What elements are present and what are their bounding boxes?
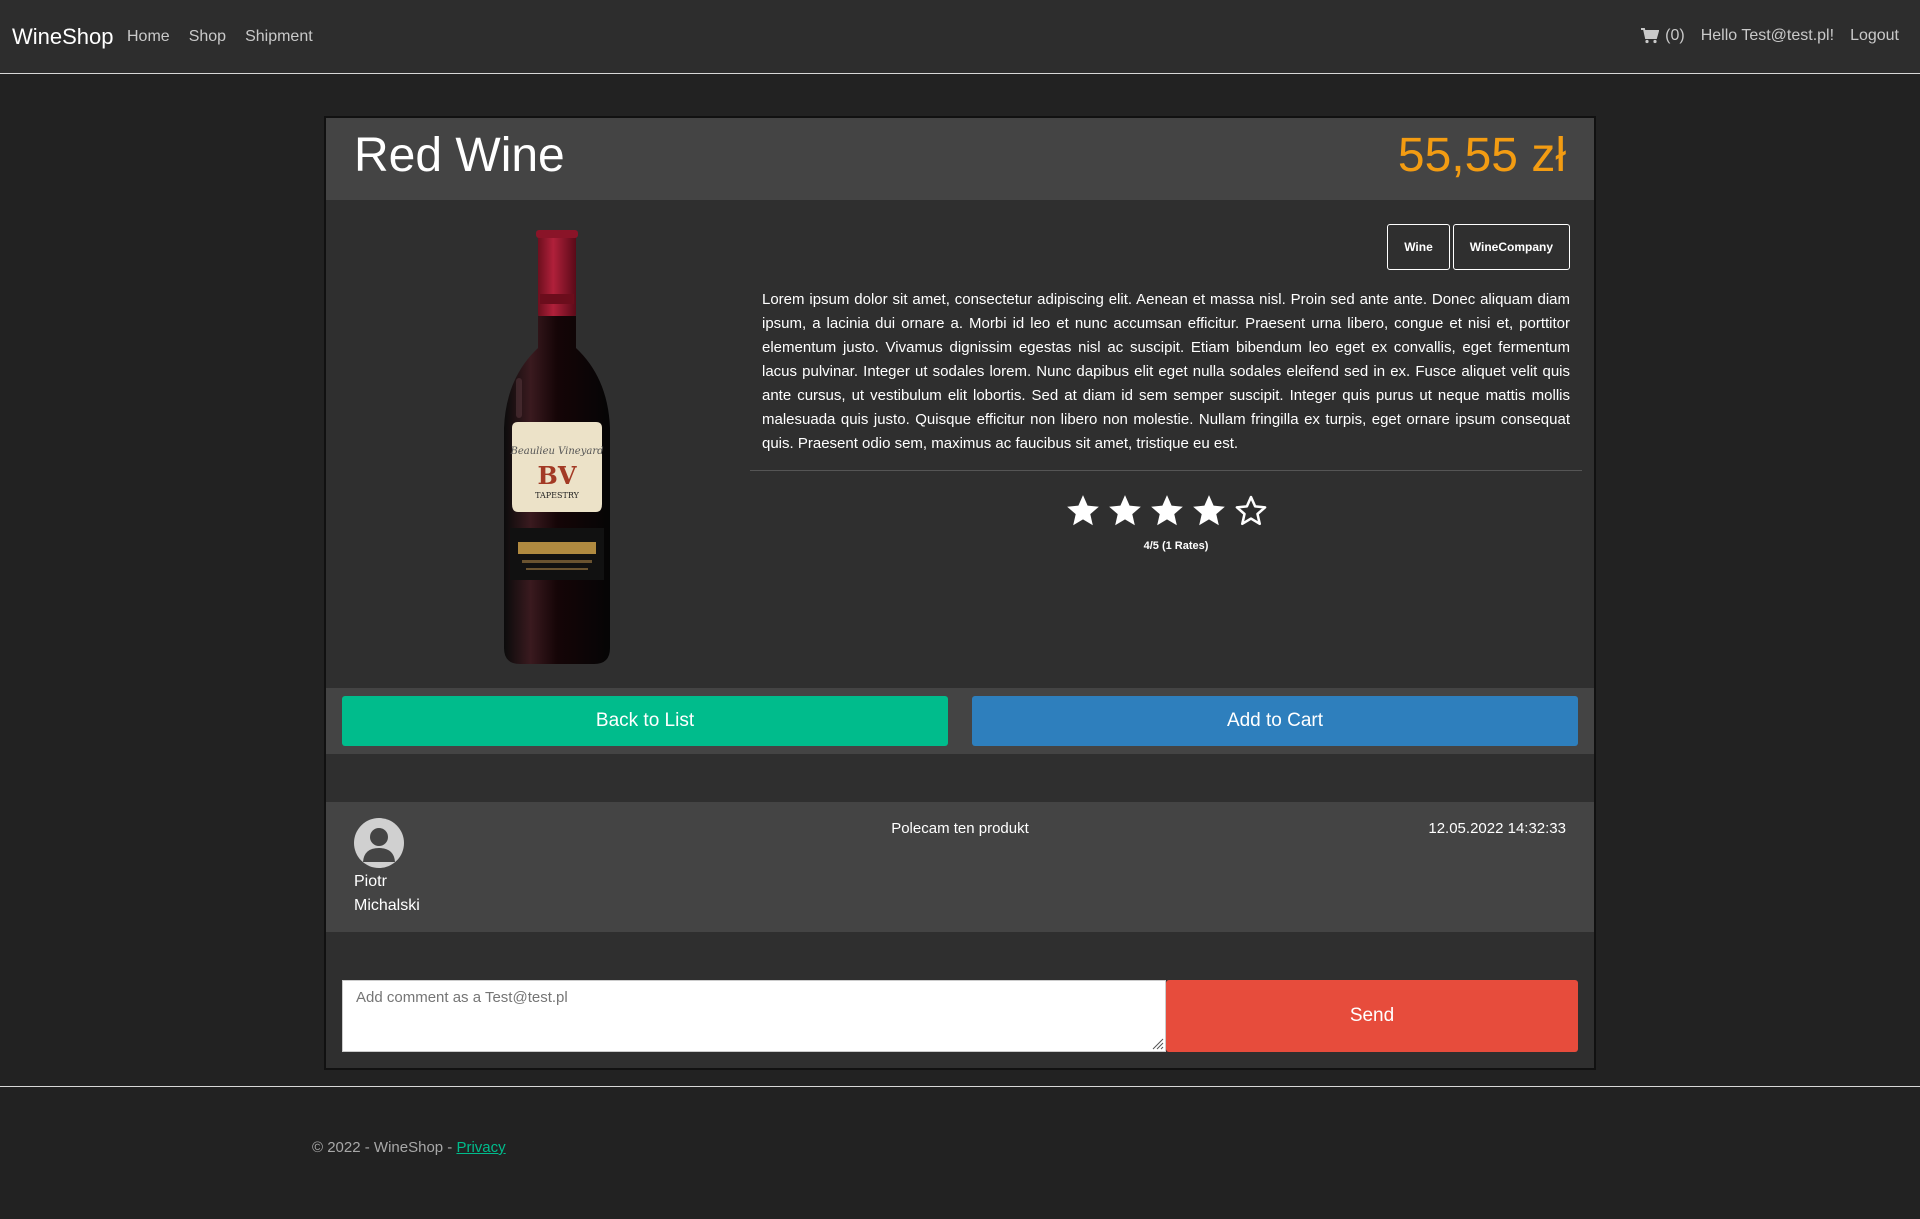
- star-empty-icon[interactable]: [1232, 492, 1270, 530]
- comment-date: 12.05.2022 14:32:33: [1428, 820, 1566, 837]
- cart-icon: [1641, 28, 1660, 44]
- product-title: Red Wine: [354, 129, 565, 182]
- rating-stars: [1064, 492, 1270, 530]
- send-button[interactable]: Send: [1166, 980, 1578, 1052]
- divider: [750, 470, 1582, 471]
- nav-shipment-link[interactable]: Shipment: [245, 28, 313, 46]
- nav-links: Home Shop Shipment: [127, 28, 313, 46]
- back-to-list-button[interactable]: Back to List: [342, 696, 948, 746]
- footer-copyright: © 2022 - WineShop -: [312, 1139, 457, 1156]
- add-to-cart-button[interactable]: Add to Cart: [972, 696, 1578, 746]
- author-first-name: Piotr: [354, 873, 387, 890]
- author-last-name: Michalski: [354, 897, 420, 914]
- bottle-label-name: TAPESTRY: [535, 491, 579, 500]
- wine-bottle-image: Beaulieu Vineyard BV TAPESTRY: [504, 230, 610, 664]
- privacy-link[interactable]: Privacy: [456, 1139, 505, 1156]
- tag-wine-button[interactable]: Wine: [1387, 224, 1450, 270]
- svg-text:Beaulieu Vineyard: Beaulieu Vineyard: [510, 446, 604, 457]
- comment-item: Piotr Michalski Polecam ten produkt 12.0…: [326, 802, 1594, 932]
- comment-text: Polecam ten produkt: [891, 820, 1029, 837]
- product-price: 55,55 zł: [1397, 129, 1566, 182]
- tag-winecompany-button[interactable]: WineCompany: [1452, 224, 1570, 270]
- star-filled-icon[interactable]: [1064, 492, 1102, 530]
- product-tags: Wine WineCompany: [1387, 224, 1570, 270]
- actions-bar: Back to List Add to Cart: [326, 688, 1594, 754]
- resize-grip-icon[interactable]: [1152, 1038, 1164, 1050]
- footer: © 2022 - WineShop - Privacy: [312, 1139, 506, 1156]
- nav-home-link[interactable]: Home: [127, 28, 170, 46]
- product-card: Red Wine 55,55 zł Beaulieu Vineyard BV T…: [324, 116, 1596, 1070]
- brand-link[interactable]: WineShop: [12, 24, 114, 50]
- star-filled-icon[interactable]: [1148, 492, 1186, 530]
- logout-link[interactable]: Logout: [1850, 27, 1899, 45]
- navbar: WineShop Home Shop Shipment (0) Hello Te…: [0, 0, 1920, 74]
- nav-shop-link[interactable]: Shop: [189, 28, 226, 46]
- comment-input[interactable]: [342, 980, 1166, 1052]
- cart-link[interactable]: (0): [1641, 27, 1685, 45]
- bottle-label-brand: BV: [538, 461, 577, 490]
- cart-count: (0): [1665, 27, 1685, 44]
- star-filled-icon[interactable]: [1106, 492, 1144, 530]
- comment-author: Piotr Michalski: [354, 870, 474, 918]
- user-greeting-link[interactable]: Hello Test@test.pl!: [1701, 27, 1834, 45]
- footer-divider: [0, 1086, 1920, 1087]
- star-filled-icon[interactable]: [1190, 492, 1228, 530]
- nav-user-area: (0) Hello Test@test.pl! Logout: [1641, 27, 1899, 45]
- product-description: Lorem ipsum dolor sit amet, consectetur …: [762, 291, 1570, 452]
- rating-summary: 4/5 (1 Rates): [1143, 540, 1209, 552]
- product-header: Red Wine 55,55 zł: [326, 118, 1594, 200]
